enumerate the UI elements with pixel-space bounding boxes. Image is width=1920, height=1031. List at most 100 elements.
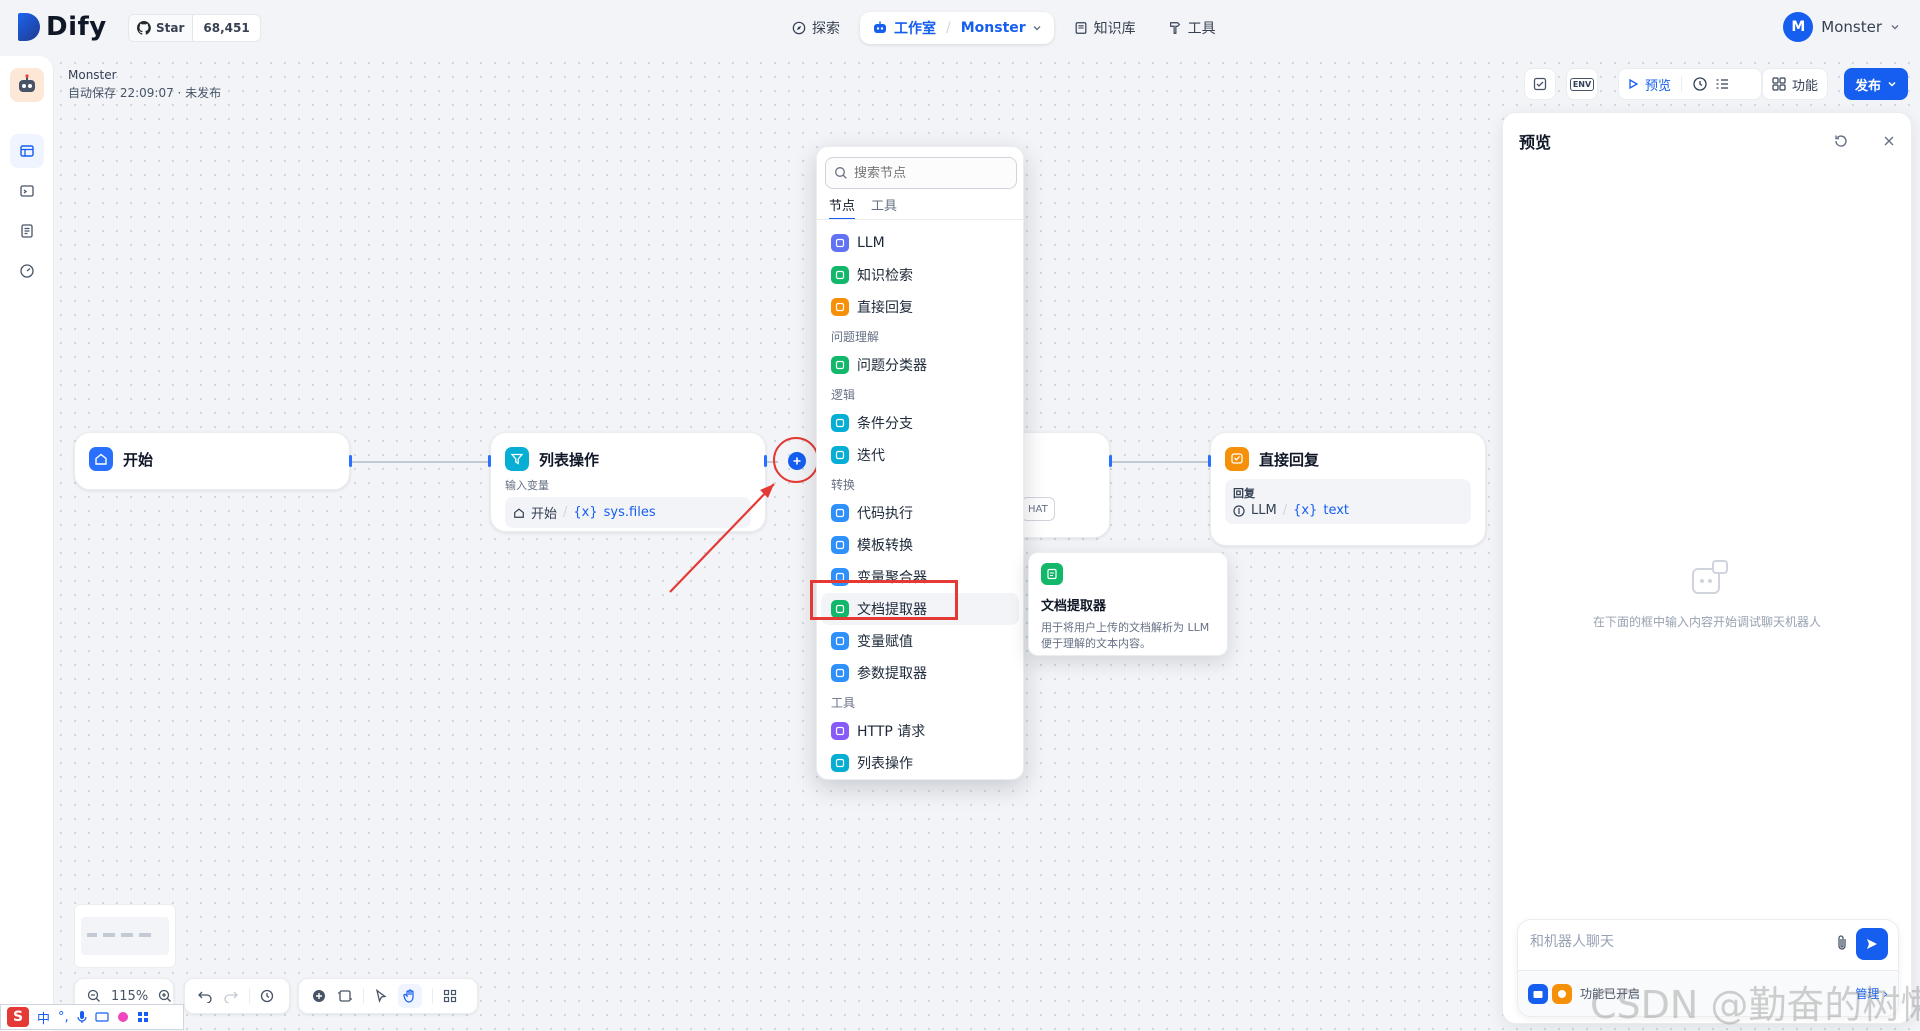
grid-icon <box>1772 77 1786 91</box>
user-menu[interactable]: M Monster <box>1783 12 1900 42</box>
list-target-handle[interactable] <box>488 455 491 467</box>
sidebar-item-api[interactable] <box>10 174 44 208</box>
chat-input[interactable] <box>1530 934 1820 950</box>
chevron-down-icon[interactable] <box>1032 23 1042 33</box>
github-star-badge[interactable]: Star 68,451 <box>128 14 261 42</box>
env-button[interactable]: ENV <box>1566 68 1598 100</box>
zoom-level[interactable]: 115% <box>111 989 148 1004</box>
llm-source-handle[interactable] <box>1109 455 1112 467</box>
dify-logo[interactable]: Dify <box>18 12 107 42</box>
annotation-box <box>810 580 958 620</box>
keyboard-icon[interactable] <box>95 1012 109 1022</box>
menu-item[interactable]: 代码执行 <box>817 497 1023 529</box>
node-type-icon <box>831 298 849 316</box>
close-icon[interactable] <box>1883 135 1895 147</box>
menu-item[interactable]: 直接回复 <box>817 291 1023 323</box>
terminal-icon <box>19 183 35 199</box>
refresh-icon[interactable] <box>1833 133 1849 149</box>
sidebar-item-logs[interactable] <box>10 214 44 248</box>
tab-nodes[interactable]: 节点 <box>829 195 856 220</box>
undo-icon[interactable] <box>197 989 213 1003</box>
menu-item[interactable]: 问题分类器 <box>817 349 1023 381</box>
punctuation-icon[interactable]: °, <box>58 1010 69 1025</box>
list-source-handle[interactable] <box>764 455 767 467</box>
sidebar-item-monitoring[interactable] <box>10 254 44 288</box>
menu-item-label: 模板转换 <box>857 538 913 554</box>
apps-icon[interactable] <box>137 1011 149 1023</box>
node-type-icon <box>831 632 849 650</box>
send-button[interactable] <box>1856 928 1888 960</box>
features-button[interactable]: 功能 <box>1762 68 1828 100</box>
nav-tools[interactable]: 工具 <box>1156 12 1228 44</box>
menu-item[interactable]: 列表操作 <box>817 747 1023 779</box>
node-type-icon <box>831 446 849 464</box>
redo-icon[interactable] <box>223 989 239 1003</box>
ime-mode[interactable]: 中 <box>37 1008 50 1027</box>
file-list-icon <box>19 223 35 239</box>
reply-icon <box>1225 447 1249 471</box>
canvas-tools <box>298 978 478 1014</box>
layout-icon <box>19 143 35 159</box>
reply-variable-name: text <box>1323 503 1350 518</box>
tab-tools[interactable]: 工具 <box>871 195 897 220</box>
edge-llm-reply <box>1112 461 1210 463</box>
menu-item[interactable]: LLM <box>817 227 1023 259</box>
nav-app-name[interactable]: Monster <box>961 20 1026 36</box>
menu-item-label: 变量赋值 <box>857 634 913 650</box>
preview-button[interactable]: 预览 <box>1645 75 1671 94</box>
start-source-handle[interactable] <box>349 455 352 467</box>
tooltip-title: 文档提取器 <box>1041 599 1107 614</box>
node-type-icon <box>831 754 849 772</box>
organize-icon[interactable] <box>443 989 457 1003</box>
reply-target-handle[interactable] <box>1208 455 1211 467</box>
history-icon[interactable] <box>1692 76 1708 92</box>
zoom-in-icon[interactable] <box>158 989 172 1003</box>
zoom-out-icon[interactable] <box>87 989 101 1003</box>
publish-button[interactable]: 发布 <box>1844 68 1908 100</box>
menu-item[interactable]: 条件分支 <box>817 407 1023 439</box>
node-start[interactable]: 开始 <box>74 432 350 490</box>
node-type-icon <box>831 504 849 522</box>
annotation-circle <box>773 437 819 483</box>
note-icon[interactable] <box>337 988 353 1004</box>
minimap[interactable] <box>74 904 176 968</box>
skin-icon[interactable] <box>117 1011 129 1023</box>
menu-item[interactable]: 模板转换 <box>817 529 1023 561</box>
annotation-arrow <box>669 483 775 593</box>
hand-icon[interactable] <box>398 984 422 1008</box>
sidebar-item-orchestrate[interactable] <box>10 134 44 168</box>
checklist-icon[interactable] <box>1714 76 1730 92</box>
mic-icon[interactable] <box>77 1010 87 1024</box>
menu-item[interactable]: 知识检索 <box>817 259 1023 291</box>
node-direct-reply[interactable]: 直接回复 回复 LLM / {x} text <box>1210 432 1486 546</box>
menu-item-label: 条件分支 <box>857 416 913 432</box>
history-icon[interactable] <box>260 989 274 1003</box>
feature-icon <box>1552 983 1572 1004</box>
nav-explore-label: 探索 <box>812 21 840 37</box>
upload-icon <box>1528 983 1548 1004</box>
nav-explore[interactable]: 探索 <box>780 12 852 44</box>
menu-list: LLM 知识检索 直接回复 问题理解 问题分类器 逻辑 条件分支 迭代 转换 代码执行 模板转换 变量… <box>817 227 1023 779</box>
menu-item[interactable]: HTTP 请求 <box>817 715 1023 747</box>
menu-item[interactable]: 参数提取器 <box>817 657 1023 689</box>
add-block-icon[interactable] <box>311 988 327 1004</box>
pointer-icon[interactable] <box>374 989 388 1003</box>
ime-toolbar[interactable]: S 中 °, <box>0 1004 184 1030</box>
menu-item[interactable]: 迭代 <box>817 439 1023 471</box>
search-input[interactable] <box>854 165 1004 181</box>
attach-icon[interactable] <box>1834 934 1850 952</box>
nav-studio-label: 工作室 <box>894 21 936 37</box>
nav-studio[interactable]: 工作室 / Monster <box>860 12 1054 44</box>
menu-item-label: 知识检索 <box>857 268 913 284</box>
app-avatar[interactable] <box>10 68 44 102</box>
search-field[interactable] <box>825 157 1017 189</box>
avatar: M <box>1783 12 1814 42</box>
nav-knowledge[interactable]: 知识库 <box>1062 12 1148 44</box>
checklist-button[interactable] <box>1524 68 1556 100</box>
robot-icon <box>872 20 888 36</box>
watermark: CSDN @勤奋的树懒 <box>1590 983 1920 1027</box>
menu-item[interactable]: 变量赋值 <box>817 625 1023 657</box>
node-type-icon <box>831 356 849 374</box>
menu-item-label: 直接回复 <box>857 300 913 316</box>
menu-item-label: 参数提取器 <box>857 666 927 682</box>
